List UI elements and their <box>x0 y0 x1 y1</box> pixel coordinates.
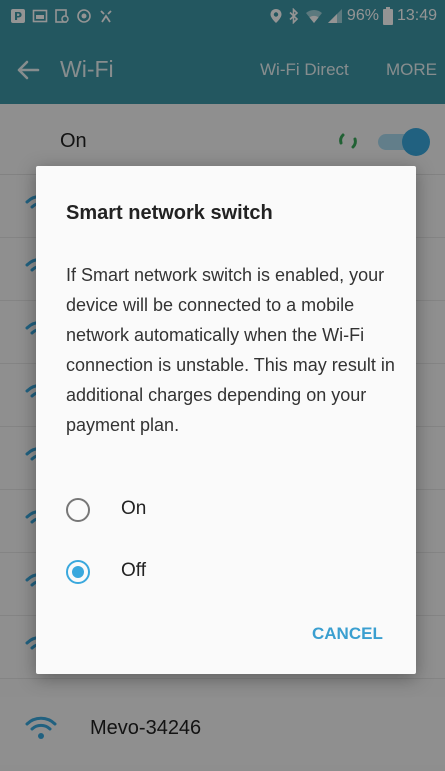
dialog-title: Smart network switch <box>66 202 273 224</box>
radio-button-on[interactable] <box>66 498 90 522</box>
cancel-button[interactable]: CANCEL <box>312 624 383 644</box>
dialog-message: If Smart network switch is enabled, your… <box>66 265 395 435</box>
radio-selected-dot <box>72 566 84 578</box>
radio-button-off[interactable] <box>66 560 90 584</box>
radio-label-off: Off <box>121 560 146 581</box>
smart-network-switch-dialog: Smart network switch If Smart network sw… <box>36 166 416 674</box>
radio-option-off[interactable]: Off <box>66 554 386 594</box>
radio-label-on: On <box>121 498 147 519</box>
radio-option-on[interactable]: On <box>66 492 386 532</box>
